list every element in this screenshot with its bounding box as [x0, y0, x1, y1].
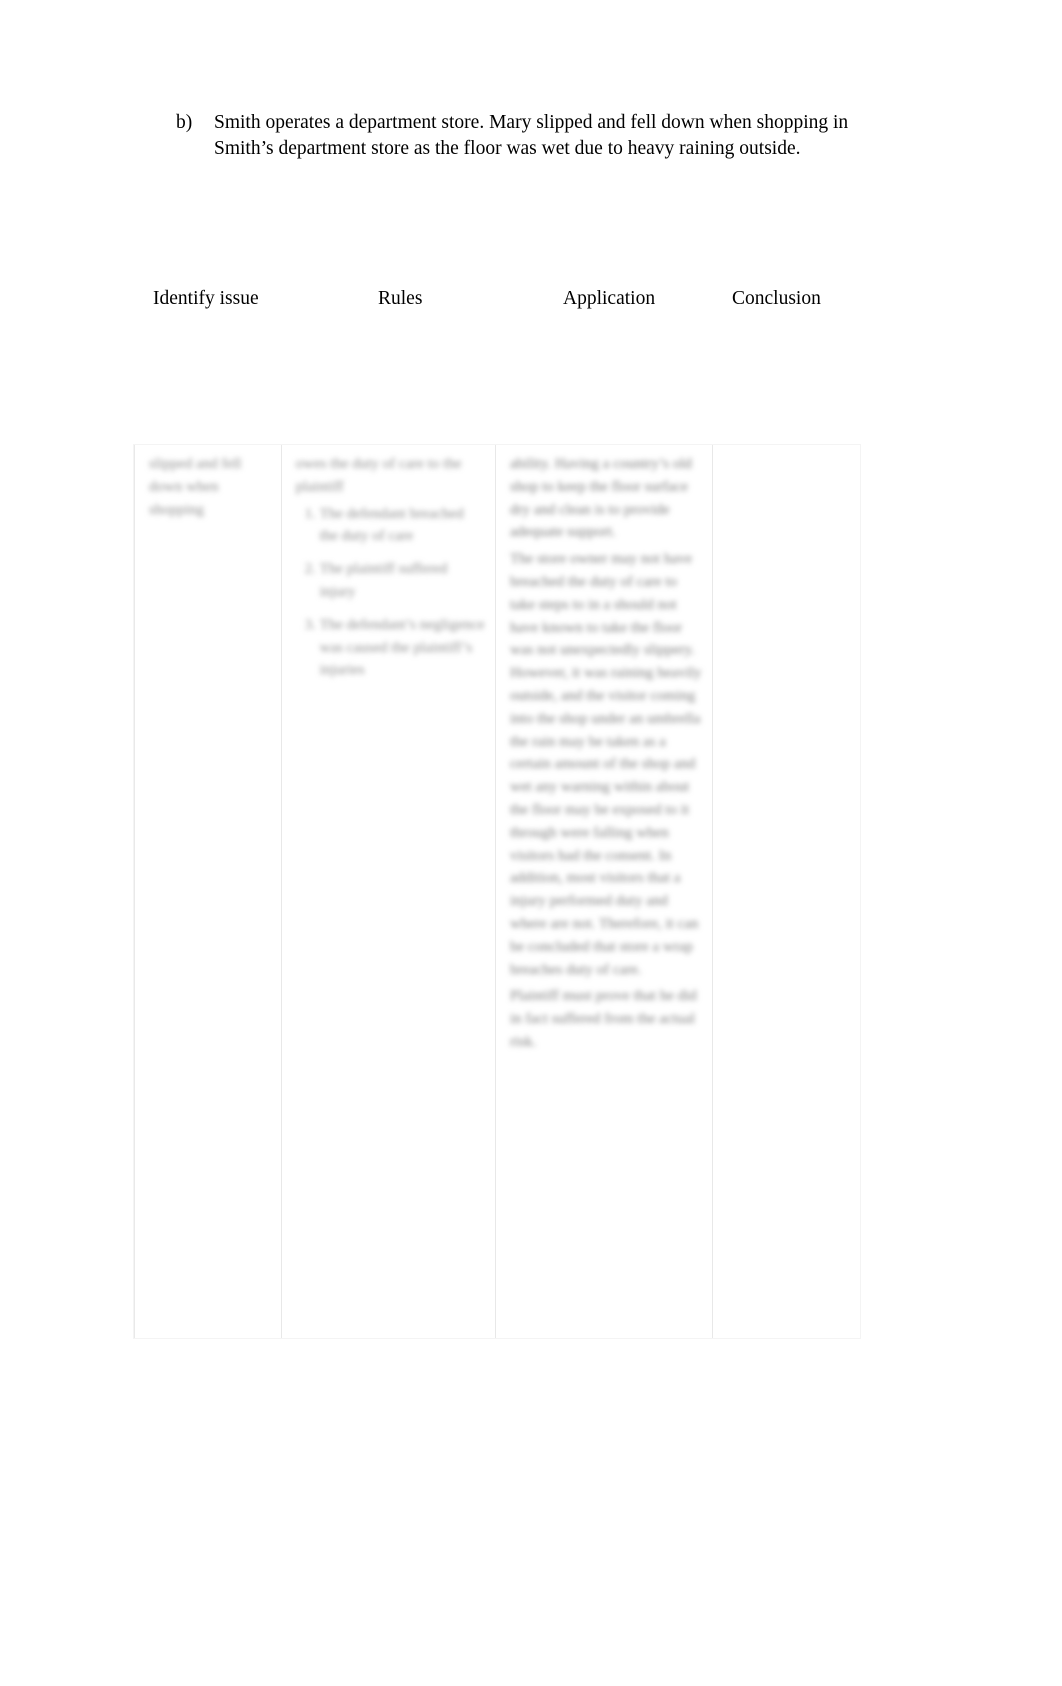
redacted-text-identify-issue: slipped and fell down when shopping — [149, 453, 271, 521]
table-cell-identify-issue: slipped and fell down when shopping — [134, 445, 282, 1338]
irac-answer-table: slipped and fell down when shopping owes… — [133, 444, 861, 1339]
redacted-list-item: The defendant breached the duty of care — [320, 503, 485, 549]
irac-column-headings: Identify issue Rules Application Conclus… — [130, 288, 890, 316]
redacted-paragraph: The store owner may not have breached th… — [510, 551, 702, 978]
column-heading-application: Application — [563, 288, 656, 309]
redacted-paragraph: slipped and fell down when shopping — [149, 456, 242, 518]
fade-overlay-bottom — [496, 1312, 713, 1338]
question-row: b) Smith operates a department store. Ma… — [176, 110, 856, 161]
redacted-text-application: ability. Having a country’s old shop to … — [510, 453, 702, 1054]
redacted-text-rules: owes the duty of care to the plaintiff T… — [296, 453, 485, 682]
column-heading-identify-issue: Identify issue — [153, 288, 259, 309]
column-heading-conclusion: Conclusion — [732, 288, 821, 309]
table-cell-conclusion — [713, 445, 860, 1338]
redacted-paragraph: Plaintiff must prove that he did in fact… — [510, 988, 697, 1050]
redacted-list-item: The plaintiff suffered injury — [320, 558, 485, 604]
question-block: b) Smith operates a department store. Ma… — [176, 110, 856, 161]
redacted-list: The defendant breached the duty of care … — [296, 503, 485, 683]
redacted-list-item: The defendant’s negligence was caused th… — [320, 614, 485, 682]
question-text: Smith operates a department store. Mary … — [214, 112, 849, 159]
question-marker: b) — [176, 112, 193, 133]
table-cell-rules: owes the duty of care to the plaintiff T… — [282, 445, 496, 1338]
column-heading-rules: Rules — [378, 288, 423, 309]
table-cell-application: ability. Having a country’s old shop to … — [496, 445, 714, 1338]
document-page: b) Smith operates a department store. Ma… — [0, 0, 1062, 1686]
redacted-paragraph: ability. Having a country’s old shop to … — [510, 456, 692, 541]
redacted-paragraph: owes the duty of care to the plaintiff — [295, 456, 462, 495]
